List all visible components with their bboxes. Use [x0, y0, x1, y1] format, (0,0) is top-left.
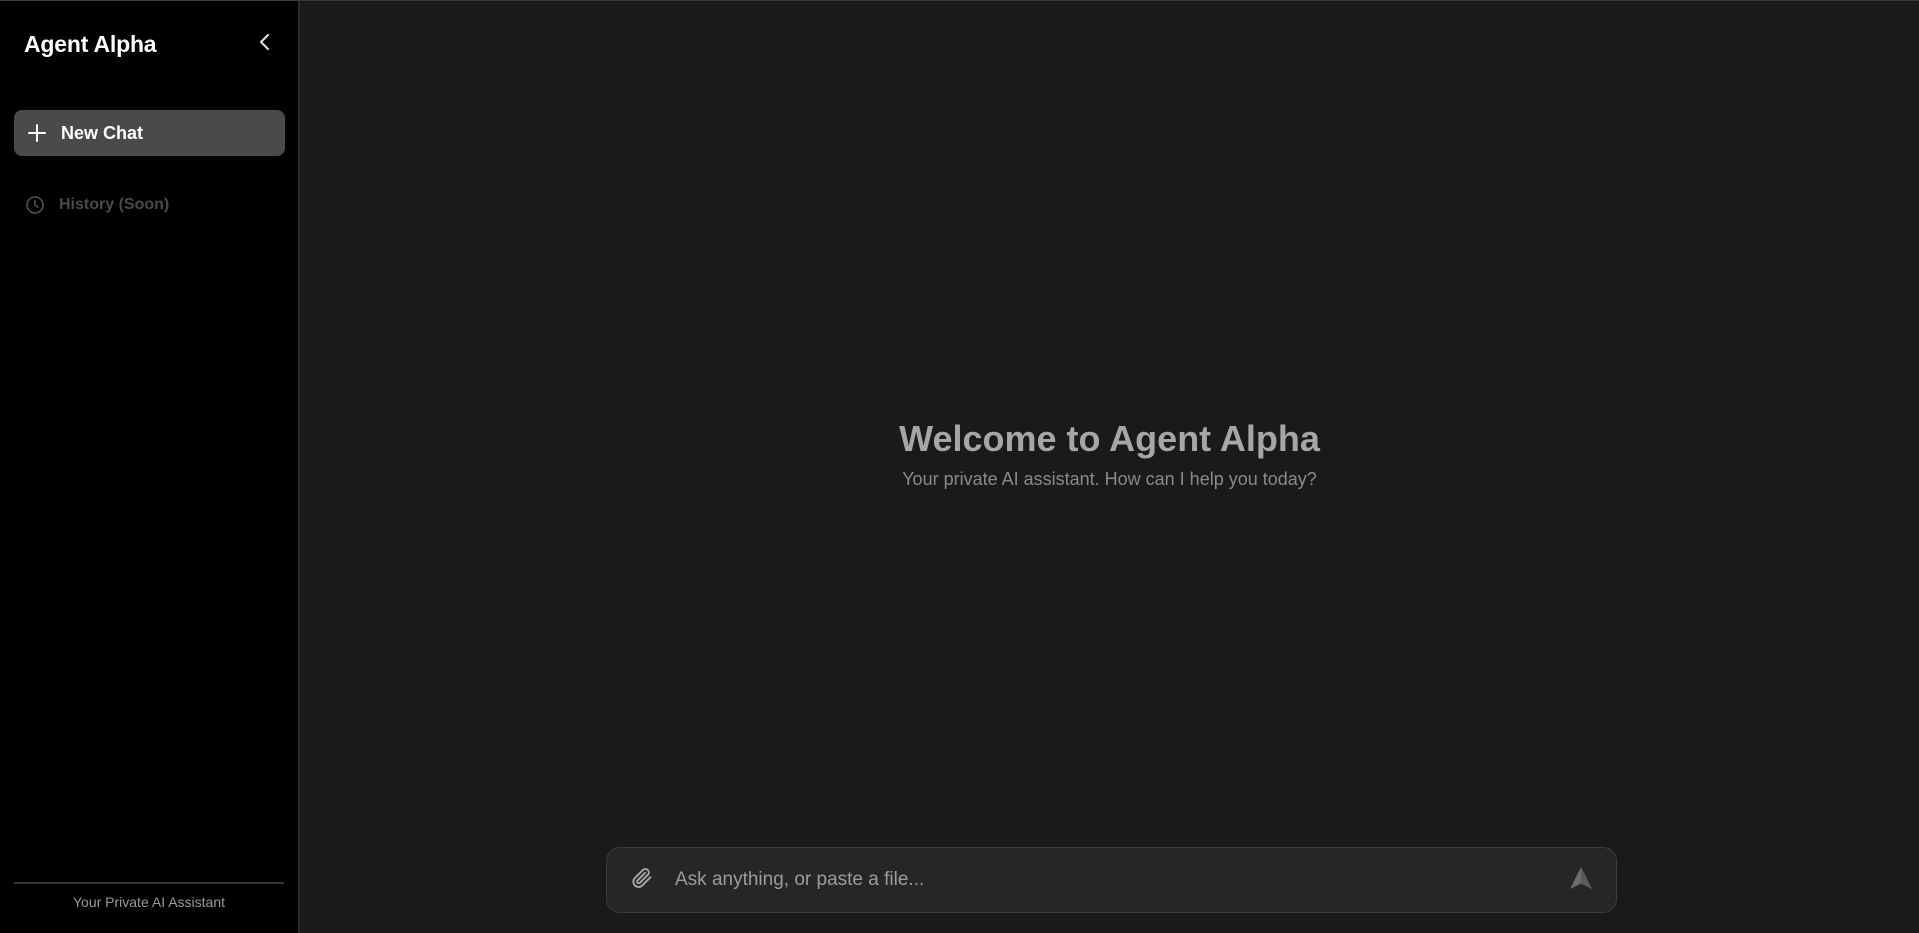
- send-button[interactable]: [1564, 863, 1598, 897]
- chat-input[interactable]: [673, 868, 1564, 892]
- app-window: Agent Alpha New Chat History (Soon) Your…: [0, 0, 1919, 933]
- chevron-left-icon: [255, 32, 275, 57]
- main-content: Welcome to Agent Alpha Your private AI a…: [300, 1, 1919, 933]
- clock-icon: [24, 194, 46, 216]
- new-chat-button[interactable]: New Chat: [14, 110, 285, 156]
- welcome-subtitle: Your private AI assistant. How can I hel…: [902, 469, 1317, 489]
- footer-text: Your Private AI Assistant: [72, 894, 225, 910]
- history-label: History (Soon): [59, 196, 170, 213]
- send-icon: [1568, 865, 1594, 896]
- chat-composer: [606, 847, 1617, 913]
- sidebar: Agent Alpha New Chat History (Soon) Your…: [0, 1, 300, 933]
- app-title: Agent Alpha: [24, 30, 157, 57]
- attach-file-button[interactable]: [627, 865, 657, 895]
- sidebar-header: Agent Alpha: [24, 27, 274, 61]
- plus-icon: [26, 122, 48, 144]
- sidebar-footer: Your Private AI Assistant: [14, 882, 284, 912]
- sidebar-item-history: History (Soon): [24, 193, 169, 217]
- welcome-title: Welcome to Agent Alpha: [899, 418, 1320, 459]
- collapse-sidebar-button[interactable]: [250, 29, 280, 59]
- paperclip-icon: [630, 866, 654, 895]
- welcome-section: Welcome to Agent Alpha Your private AI a…: [300, 415, 1919, 490]
- new-chat-label: New Chat: [61, 122, 144, 143]
